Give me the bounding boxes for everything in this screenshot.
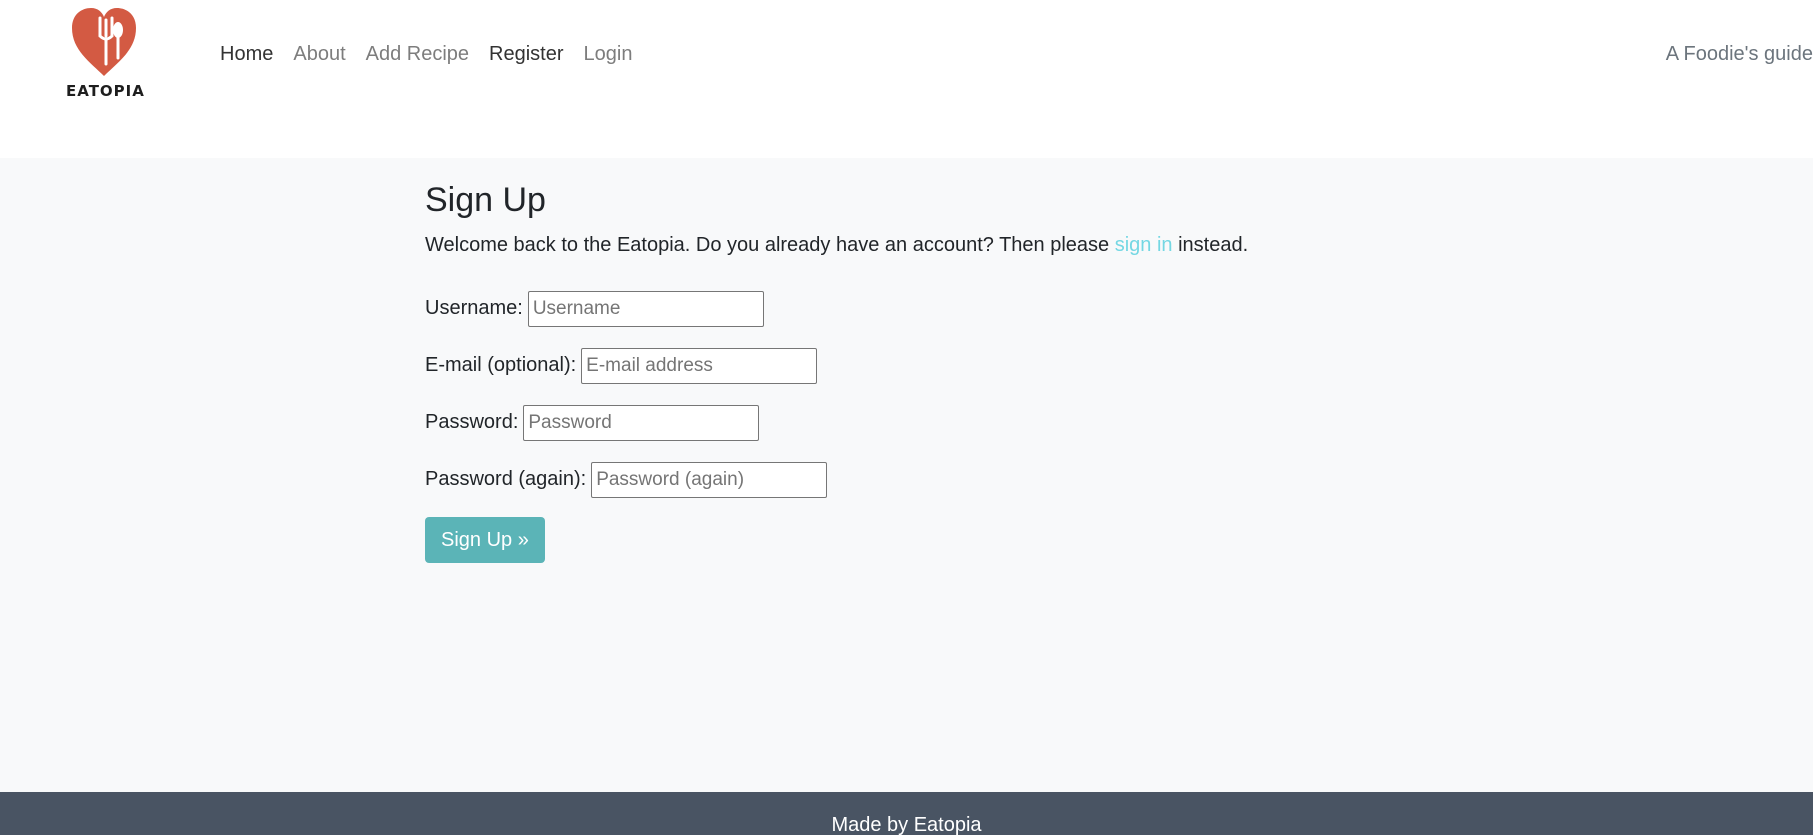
- heart-fork-spoon-logo-icon: [72, 8, 136, 76]
- navbar: EATOPIA Home About Add Recipe Register L…: [0, 0, 1813, 158]
- footer: Made by Eatopia: [0, 792, 1813, 835]
- nav-register-link[interactable]: Register: [489, 43, 563, 66]
- email-label: E-mail (optional):: [425, 354, 577, 377]
- username-row: Username:: [425, 290, 1325, 327]
- password-row: Password:: [425, 404, 1325, 441]
- nav-add-recipe-link[interactable]: Add Recipe: [366, 43, 469, 66]
- sign-in-link[interactable]: sign in: [1115, 234, 1173, 256]
- signup-form: Username: E-mail (optional): Password: P…: [425, 290, 1325, 563]
- email-input[interactable]: [581, 347, 818, 384]
- brand-name: EATOPIA: [66, 82, 145, 100]
- nav-login-link[interactable]: Login: [584, 43, 633, 66]
- intro-text-after: instead.: [1172, 233, 1249, 256]
- main-nav: Home About Add Recipe Register Login: [220, 43, 652, 66]
- nav-home-link[interactable]: Home: [220, 43, 273, 66]
- password-input[interactable]: [523, 404, 760, 441]
- password-label: Password:: [425, 411, 519, 434]
- intro-text: Welcome back to the Eatopia. Do you alre…: [425, 231, 1325, 259]
- navbar-tagline: A Foodie's guide: [1665, 43, 1813, 65]
- username-label: Username:: [425, 297, 523, 320]
- brand-logo-link[interactable]: EATOPIA: [62, 6, 146, 100]
- footer-text: Made by Eatopia: [831, 814, 982, 835]
- password-again-input[interactable]: [591, 461, 828, 498]
- nav-about-link[interactable]: About: [293, 43, 345, 66]
- sign-up-button[interactable]: Sign Up »: [425, 516, 545, 563]
- main-content: Sign Up Welcome back to the Eatopia. Do …: [0, 158, 1813, 792]
- username-input[interactable]: [527, 290, 764, 327]
- page-title: Sign Up: [425, 181, 546, 219]
- signup-container: Sign Up Welcome back to the Eatopia. Do …: [425, 180, 1325, 563]
- password-again-label: Password (again):: [425, 468, 587, 491]
- email-row: E-mail (optional):: [425, 347, 1325, 384]
- password-again-row: Password (again):: [425, 461, 1325, 498]
- intro-text-before: Welcome back to the Eatopia. Do you alre…: [425, 233, 1115, 256]
